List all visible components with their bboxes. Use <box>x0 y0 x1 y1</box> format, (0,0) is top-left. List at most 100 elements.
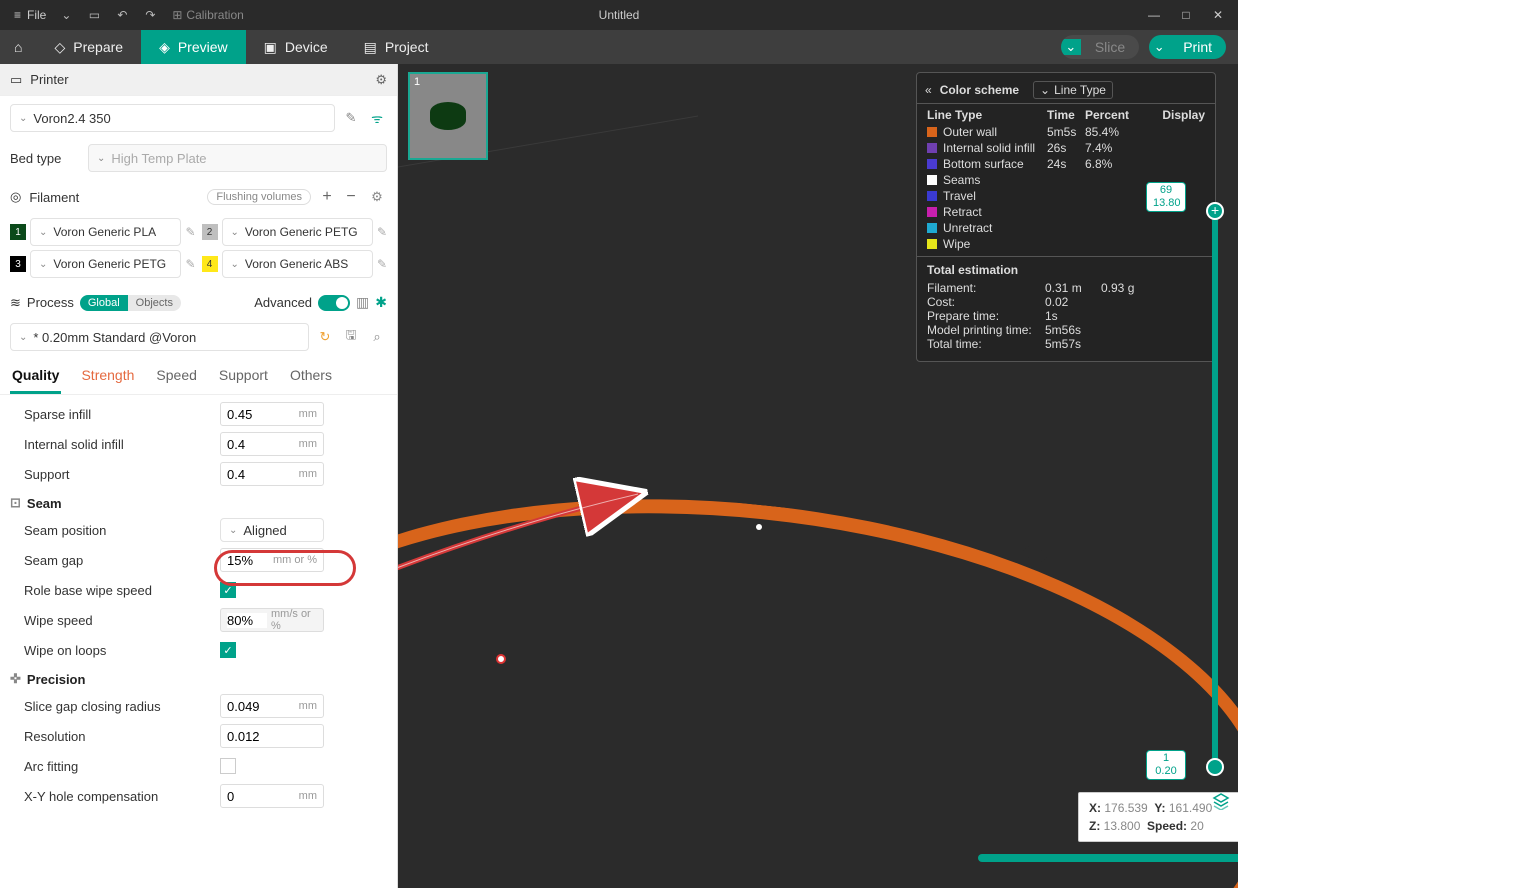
collapse-icon[interactable]: « <box>925 83 932 97</box>
filament-select[interactable]: ⌄Voron Generic PETG <box>222 218 373 246</box>
print-button[interactable]: ⌄Print <box>1149 35 1226 59</box>
filament-select[interactable]: ⌄Voron Generic ABS <box>222 250 373 278</box>
compare-icon[interactable]: ▥ <box>356 294 369 311</box>
color-scheme-select[interactable]: ⌄Line Type <box>1033 81 1113 99</box>
global-objects-toggle[interactable]: GlobalObjects <box>80 295 181 311</box>
edit-printer-button[interactable]: ✎ <box>341 110 361 126</box>
tab-speed[interactable]: Speed <box>154 363 198 394</box>
filament-swatch[interactable]: 1 <box>10 224 26 240</box>
tab-support[interactable]: Support <box>217 363 270 394</box>
legend-swatch <box>927 191 937 201</box>
nav-prepare[interactable]: ◇Prepare <box>36 30 141 64</box>
tab-strength[interactable]: Strength <box>79 363 136 394</box>
bottom-layer-label: 10.20 <box>1146 750 1186 780</box>
filament-swatch[interactable]: 3 <box>10 256 26 272</box>
edit-filament-button[interactable]: ✎ <box>377 257 387 271</box>
preview-viewport[interactable]: 1 « Color scheme ⌄Line Type Line Type Ti… <box>398 64 1238 888</box>
nav-project[interactable]: ▤Project <box>346 30 447 64</box>
file-dropdown-caret[interactable]: ⌄ <box>52 1 80 29</box>
filament-settings-button[interactable]: ⚙ <box>367 189 387 205</box>
tab-quality[interactable]: Quality <box>10 363 61 394</box>
legend-swatch <box>927 143 937 153</box>
nav-bar: ⌂ ◇Prepare ◈Preview ▣Device ▤Project ⌄Sl… <box>0 30 1238 64</box>
filament-swatch[interactable]: 2 <box>202 224 218 240</box>
legend-time: 5m5s <box>1047 125 1085 139</box>
vertical-layer-slider[interactable] <box>1212 212 1218 768</box>
filament-swatch[interactable]: 4 <box>202 256 218 272</box>
edit-filament-button[interactable]: ✎ <box>185 225 195 239</box>
wipe-speed-input[interactable]: mm/s or % <box>220 608 324 632</box>
advanced-toggle[interactable] <box>318 295 350 311</box>
home-icon: ⌂ <box>14 39 22 55</box>
printer-settings-button[interactable]: ⚙ <box>375 72 387 88</box>
est-value: 5m56s <box>1045 323 1101 337</box>
settings-tabs: Quality Strength Speed Support Others <box>0 359 397 395</box>
est-key: Filament: <box>927 281 1045 295</box>
printer-section-header: ▭ Printer ⚙ <box>0 64 397 96</box>
legend-title: Color scheme <box>940 83 1019 97</box>
est-value: 0.02 <box>1045 295 1101 309</box>
title-bar: ≡ File ⌄ ▭ ↶ ↷ ⊞ Calibration Untitled — … <box>0 0 1238 30</box>
chevron-down-icon: ⌄ <box>97 153 105 164</box>
printer-select[interactable]: ⌄Voron2.4 350 <box>10 104 335 132</box>
redo-icon: ↷ <box>145 8 155 22</box>
edit-filament-button[interactable]: ✎ <box>185 257 195 271</box>
wifi-icon: ᯤ <box>367 109 387 127</box>
setting-label: Seam position <box>10 523 220 538</box>
slider-add-button[interactable] <box>1206 202 1224 220</box>
filament-select[interactable]: ⌄Voron Generic PETG <box>30 250 181 278</box>
bed-type-select[interactable]: ⌄High Temp Plate <box>88 144 387 172</box>
legend-time: 26s <box>1047 141 1085 155</box>
object-thumbnail[interactable]: 1 <box>408 72 488 160</box>
role-base-wipe-checkbox[interactable]: ✓ <box>220 582 236 598</box>
slice-gap-input[interactable]: mm <box>220 694 324 718</box>
window-title: Untitled <box>599 8 640 22</box>
filament-select[interactable]: ⌄Voron Generic PLA <box>30 218 181 246</box>
wipe-on-loops-checkbox[interactable]: ✓ <box>220 642 236 658</box>
resolution-input[interactable] <box>220 724 324 748</box>
adjust-icon[interactable]: ✱ <box>375 294 387 311</box>
file-menu[interactable]: ≡ File <box>8 6 52 24</box>
seam-position-select[interactable]: ⌄Aligned <box>220 518 324 542</box>
slice-button[interactable]: ⌄Slice <box>1061 35 1139 59</box>
cube-icon: ◇ <box>54 39 65 56</box>
setting-label: Arc fitting <box>10 759 220 774</box>
seam-gap-input[interactable]: mm or % <box>220 548 324 572</box>
est-value: 1s <box>1045 309 1101 323</box>
settings-panel[interactable]: Sparse infillmm Internal solid infillmm … <box>0 395 397 888</box>
layers-icon[interactable] <box>1212 792 1230 810</box>
legend-swatch <box>927 175 937 185</box>
minimize-button[interactable]: — <box>1138 1 1170 29</box>
process-profile-select[interactable]: ⌄* 0.20mm Standard @Voron <box>10 323 309 351</box>
redo-button[interactable]: ↷ <box>136 1 164 29</box>
sparse-infill-input[interactable]: mm <box>220 402 324 426</box>
add-filament-button[interactable]: + <box>319 188 335 206</box>
xy-hole-input[interactable]: mm <box>220 784 324 808</box>
legend-swatch <box>927 223 937 233</box>
search-profile-button[interactable]: ⌕ <box>367 329 387 345</box>
maximize-button[interactable]: □ <box>1170 1 1202 29</box>
support-input[interactable]: mm <box>220 462 324 486</box>
calibration-menu[interactable]: ⊞ Calibration <box>172 8 243 22</box>
save-button[interactable]: ▭ <box>80 1 108 29</box>
est-value: 5m57s <box>1045 337 1101 351</box>
save-profile-button[interactable]: 🖫 <box>341 326 361 348</box>
arc-fitting-checkbox[interactable] <box>220 758 236 774</box>
horizontal-moves-slider[interactable] <box>978 854 1238 862</box>
nav-preview[interactable]: ◈Preview <box>141 30 246 64</box>
setting-label: Role base wipe speed <box>10 583 220 598</box>
nav-device[interactable]: ▣Device <box>246 30 346 64</box>
nav-home[interactable]: ⌂ <box>0 30 36 64</box>
slider-bottom-knob[interactable] <box>1206 758 1224 776</box>
internal-solid-infill-input[interactable]: mm <box>220 432 324 456</box>
undo-icon: ↶ <box>117 8 127 22</box>
close-button[interactable]: ✕ <box>1202 1 1234 29</box>
edit-filament-button[interactable]: ✎ <box>377 225 387 239</box>
tab-others[interactable]: Others <box>288 363 334 394</box>
remove-filament-button[interactable]: − <box>343 188 359 206</box>
reset-profile-button[interactable]: ↻ <box>315 329 335 345</box>
flushing-volumes-button[interactable]: Flushing volumes <box>207 189 311 205</box>
undo-button[interactable]: ↶ <box>108 1 136 29</box>
legend-percent: 7.4% <box>1085 141 1139 155</box>
chevron-down-icon: ⌄ <box>39 227 47 238</box>
